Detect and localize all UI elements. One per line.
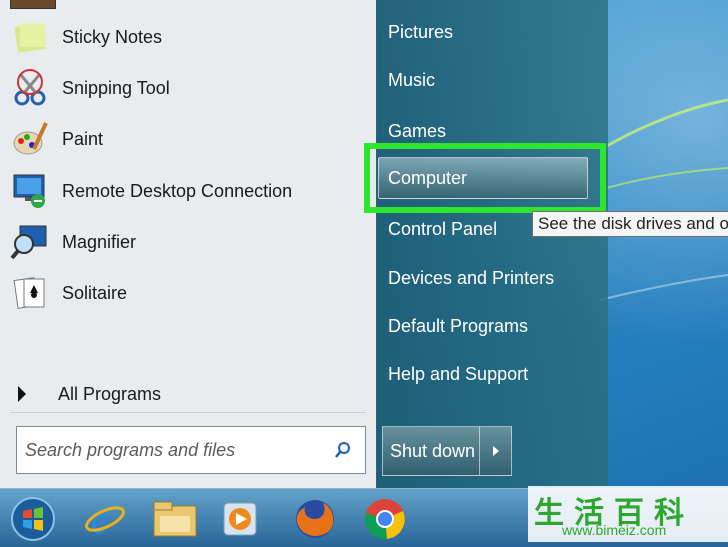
shutdown-button[interactable]: Shut down [382, 426, 480, 476]
start-menu-right-pane: Pictures Music Games Control Panel Devic… [376, 0, 608, 488]
search-input[interactable] [23, 429, 329, 471]
program-label: Solitaire [62, 282, 128, 303]
program-remote-desktop[interactable]: Remote Desktop Connection [8, 168, 368, 214]
menu-item-control-panel[interactable]: Control Panel [388, 209, 497, 249]
expand-arrow-icon [18, 386, 26, 402]
svg-text:e: e [91, 497, 109, 541]
chrome-icon [365, 499, 405, 540]
recent-program-thumbnail[interactable] [10, 0, 56, 9]
menu-item-label: Computer [388, 167, 468, 188]
menu-item-label: Pictures [388, 21, 454, 42]
file-explorer-icon [153, 501, 197, 537]
program-label: Paint [62, 128, 104, 149]
sticky-notes-icon [8, 15, 52, 59]
shutdown-group: Shut down [382, 426, 512, 476]
chevron-right-icon [492, 446, 499, 456]
program-label: Snipping Tool [62, 77, 170, 98]
program-magnifier[interactable]: Magnifier [8, 219, 368, 265]
taskbar-chrome[interactable] [360, 495, 410, 543]
menu-item-label: Games [388, 120, 447, 141]
program-solitaire[interactable]: Solitaire [8, 270, 368, 316]
taskbar-firefox[interactable] [290, 495, 340, 543]
menu-item-label: Control Panel [388, 218, 498, 239]
shutdown-label: Shut down [390, 440, 476, 461]
taskbar-internet-explorer[interactable]: e [80, 495, 130, 543]
start-button[interactable] [8, 495, 58, 543]
search-box[interactable] [16, 426, 366, 474]
taskbar-media-player[interactable] [215, 495, 265, 543]
program-paint[interactable]: Paint [8, 116, 368, 162]
menu-item-devices-printers[interactable]: Devices and Printers [388, 258, 554, 298]
divider [10, 412, 366, 413]
menu-item-music[interactable]: Music [388, 60, 435, 100]
menu-item-label: Devices and Printers [388, 267, 555, 288]
program-label: Sticky Notes [62, 26, 163, 47]
snipping-tool-icon [8, 66, 52, 110]
shutdown-options-button[interactable] [480, 426, 512, 476]
watermark: 生活百科 www.bimeiz.com [528, 486, 728, 542]
program-label: Magnifier [62, 231, 137, 252]
firefox-icon [296, 500, 334, 538]
menu-item-label: Help and Support [388, 363, 529, 384]
menu-item-computer[interactable]: Computer [378, 157, 588, 199]
internet-explorer-icon: e [85, 497, 125, 541]
tooltip-text: See the disk drives and o [538, 214, 728, 233]
program-snipping-tool[interactable]: Snipping Tool [8, 65, 368, 111]
menu-item-pictures[interactable]: Pictures [388, 12, 453, 52]
tooltip: See the disk drives and o [532, 211, 728, 237]
solitaire-icon [8, 271, 52, 315]
all-programs-button[interactable]: All Programs [0, 376, 376, 412]
menu-item-label: Default Programs [388, 315, 529, 336]
windows-start-icon [11, 497, 55, 541]
menu-item-help-support[interactable]: Help and Support [388, 354, 528, 394]
taskbar-file-explorer[interactable] [150, 495, 200, 543]
remote-desktop-icon [8, 169, 52, 213]
start-menu-left-pane: Sticky Notes Snipping Tool Paint Remote … [0, 0, 377, 488]
magnifier-icon [8, 220, 52, 264]
all-programs-label: All Programs [58, 383, 162, 404]
program-sticky-notes[interactable]: Sticky Notes [8, 14, 368, 60]
program-label: Remote Desktop Connection [62, 180, 293, 201]
menu-item-label: Music [388, 69, 436, 90]
watermark-url: www.bimeiz.com [562, 522, 667, 538]
search-icon[interactable] [329, 436, 357, 464]
media-player-icon [223, 502, 257, 536]
paint-icon [8, 117, 52, 161]
menu-item-default-programs[interactable]: Default Programs [388, 306, 528, 346]
